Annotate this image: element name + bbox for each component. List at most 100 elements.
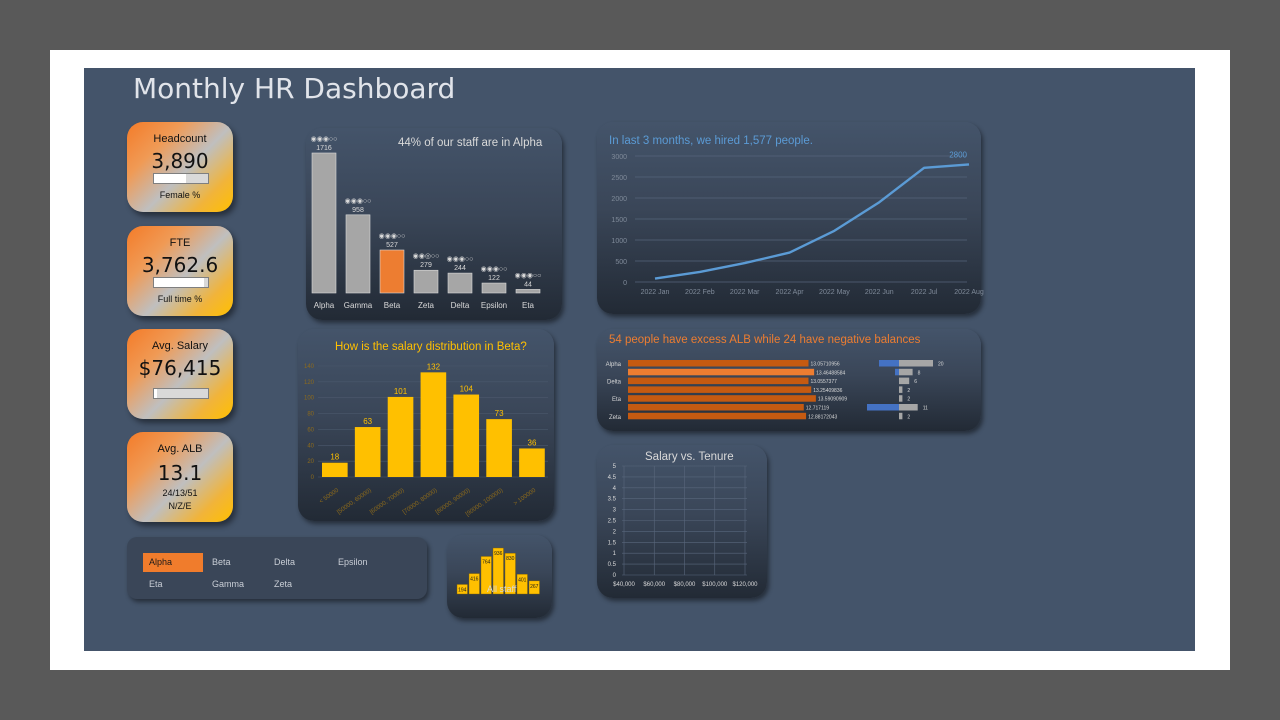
salary-dist-panel[interactable]: How is the salary distribution in Beta? …	[298, 329, 554, 521]
staff-value-label: 279	[420, 262, 432, 269]
slicer-item-epsilon[interactable]: Epsilon	[332, 553, 392, 572]
scatter-ytick: 5	[613, 464, 617, 470]
salary-dist-svg: 0 20 40 60 80 100 120 140 18 < 50000 63 [50000, 600…	[304, 362, 548, 518]
staff-bar-alpha	[311, 152, 337, 294]
dist-value-label: 18	[330, 453, 339, 462]
alb-excess-label: 6	[914, 379, 917, 385]
slicer-item-alpha[interactable]: Alpha	[143, 553, 203, 572]
staff-bar-gamma	[345, 214, 371, 294]
hires-ytick: 2500	[611, 175, 627, 182]
dist-bar	[387, 396, 414, 477]
staff-value-label: 44	[524, 281, 532, 288]
rating-icon: ◉◉◉○○	[481, 266, 508, 273]
dist-category-label: > 100000	[513, 487, 538, 507]
dist-bar	[322, 462, 348, 477]
kpi-alb-label: Avg. ALB	[157, 443, 203, 455]
alb-bar	[628, 368, 815, 376]
staff-value-label: 244	[454, 265, 466, 272]
dist-value-label: 63	[363, 417, 372, 426]
dist-value-label: 36	[528, 438, 537, 447]
hires-chart-panel[interactable]: In last 3 months, we hired 1,577 people.…	[597, 122, 984, 314]
staff-value-label: 958	[352, 207, 364, 214]
female-percent-fill	[154, 174, 187, 183]
alb-excess-label: 20	[938, 362, 944, 368]
hires-ytick: 1500	[611, 217, 627, 224]
scatter-ytick: 1	[613, 551, 617, 557]
kpi-fte-sub: Full time %	[157, 294, 203, 304]
scatter-ytick: 0	[613, 573, 617, 579]
team-slicer[interactable]: Alpha Beta Delta Epsilon Eta Gamma Zeta	[127, 537, 427, 599]
dist-value-label: 101	[394, 387, 408, 396]
alb-bar	[628, 377, 809, 385]
slicer-item-eta[interactable]: Eta	[143, 575, 203, 594]
kpi-fte-card[interactable]: FTE 3,762.6 Full time %	[127, 226, 233, 316]
staff-bar-beta	[379, 249, 405, 294]
full-time-percent-bar	[153, 277, 209, 288]
hires-ytick: 1000	[611, 238, 627, 245]
slicer-item-delta[interactable]: Delta	[268, 553, 328, 572]
dist-category-label: [60000, 70000)	[369, 488, 406, 516]
alb-value-label: 13.25409836	[813, 388, 842, 394]
staff-chart-panel[interactable]: 44% of our staff are in Alpha 1716 ◉◉◉○○ A…	[306, 128, 562, 320]
scatter-ytick: 2.5	[608, 519, 617, 525]
kpi-alb-card[interactable]: Avg. ALB 13.1 24/13/51 N/Z/E	[127, 432, 233, 522]
scatter-ytick: 1.5	[608, 540, 617, 546]
all-staff-value-label: 401	[518, 577, 527, 583]
staff-category-label: Beta	[384, 301, 401, 310]
dist-bar	[354, 427, 381, 477]
dist-ytick: 40	[307, 443, 314, 449]
alb-row-label: Alpha	[606, 362, 622, 368]
dist-category-label: [50000, 60000)	[336, 488, 373, 516]
dist-value-label: 132	[427, 362, 441, 371]
alb-negative-bar	[867, 404, 899, 411]
dist-ytick: 60	[307, 427, 314, 433]
scatter-xtick: $40,000	[613, 582, 635, 588]
all-staff-panel[interactable]: 194 416 764 936 830 401 267 All staff	[447, 535, 552, 618]
staff-category-label: Epsilon	[481, 301, 507, 310]
scatter-xtick: $100,000	[702, 582, 728, 588]
rating-icon: ◉◉◉○○	[447, 256, 474, 263]
staff-chart-svg: 1716 ◉◉◉○○ Alpha 958 ◉◉◉○○ Gamma 527 ◉◉◉○○ Beta 2…	[311, 136, 542, 310]
alb-excess-label: 2	[907, 388, 910, 394]
staff-bar-delta	[447, 272, 473, 294]
slicer-item-gamma[interactable]: Gamma	[206, 575, 266, 594]
hires-ytick: 0	[623, 280, 627, 287]
dist-bar	[420, 372, 447, 477]
salary-bar-fill	[154, 389, 157, 398]
dist-value-label: 104	[460, 385, 474, 394]
hires-ytick: 500	[615, 259, 627, 266]
alb-row-label: Eta	[612, 397, 622, 403]
scatter-ytick: 4.5	[608, 475, 617, 481]
staff-category-label: Eta	[522, 301, 535, 310]
alb-excess-bar	[899, 395, 903, 402]
alb-chart-panel[interactable]: 54 people have excess ALB while 24 have …	[597, 329, 981, 431]
alb-excess-bar	[899, 412, 903, 420]
all-staff-value-label: 764	[482, 559, 491, 565]
kpi-salary-value: $76,415	[138, 356, 222, 380]
scatter-svg: 0 0.5 1 1.5 2 2.5 3 3.5 4 4.5 5 $40,000 $60,000 $80,0…	[608, 464, 759, 588]
dist-ytick: 20	[307, 459, 314, 465]
full-time-percent-fill	[154, 278, 204, 287]
alb-value-label: 13.46488584	[816, 370, 845, 376]
alb-bar	[628, 412, 807, 420]
page-title: Monthly HR Dashboard	[133, 72, 456, 105]
slicer-item-beta[interactable]: Beta	[206, 553, 266, 572]
kpi-alb-value: 13.1	[157, 461, 203, 485]
hires-chart-svg: 0 500 1000 1500 2000 2500 3000 2022 Jan 2022 Feb…	[611, 150, 983, 296]
scatter-xtick: $80,000	[674, 582, 696, 588]
kpi-headcount-card[interactable]: Headcount 3,890 Female %	[127, 122, 233, 212]
kpi-salary-card[interactable]: Avg. Salary $76,415	[127, 329, 233, 419]
kpi-headcount-value: 3,890	[151, 149, 209, 173]
scatter-ytick: 4	[613, 486, 617, 492]
scatter-panel[interactable]: Salary vs. Tenure 0 0.5 1 1.5 2 2.5 3 3.5 4 4.5 5 $…	[597, 445, 767, 598]
alb-bar	[628, 386, 812, 393]
alb-excess-bar	[899, 404, 918, 411]
salary-bar	[153, 388, 209, 399]
alb-excess-label: 8	[918, 370, 921, 376]
slicer-item-zeta[interactable]: Zeta	[268, 575, 328, 594]
rating-icon: ◉◉◉○○	[379, 233, 406, 240]
staff-value-label: 122	[488, 275, 500, 282]
all-staff-value-label: 194	[458, 587, 467, 593]
dist-value-label: 73	[495, 409, 504, 418]
scatter-ytick: 0.5	[608, 562, 617, 568]
